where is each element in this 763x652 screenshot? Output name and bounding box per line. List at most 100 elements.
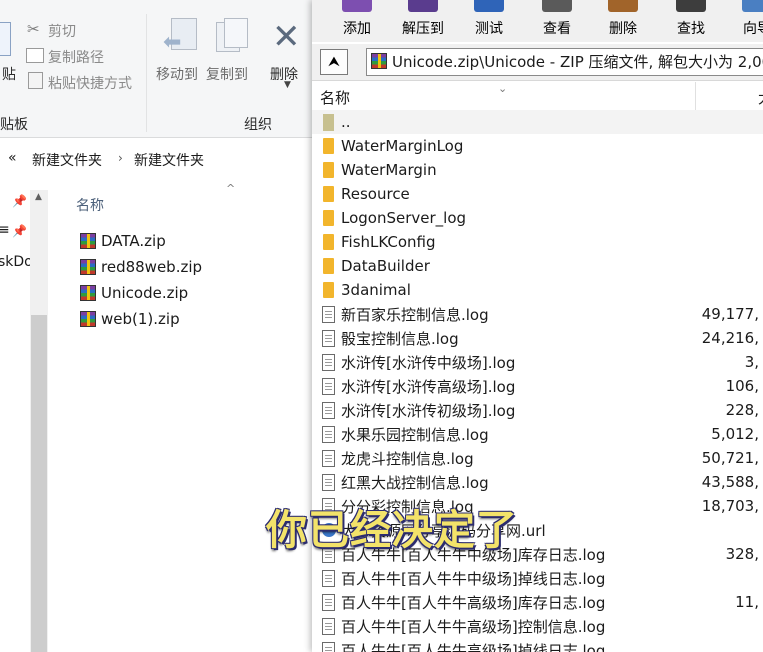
delete-icon: ✕ [272, 17, 301, 57]
delete-archive-button[interactable]: 删除 [598, 0, 648, 42]
document-icon [322, 306, 335, 323]
chevron-down-icon[interactable]: ▼ [284, 80, 291, 90]
archive-path-field[interactable]: Unicode.zip\Unicode - ZIP 压缩文件, 解包大小为 2,… [366, 48, 763, 76]
copy-to-icon [216, 18, 250, 60]
folder-icon [323, 282, 334, 298]
list-item[interactable]: Unicode.zip [80, 280, 202, 306]
view-icon [542, 0, 572, 12]
add-button[interactable]: 添加 [332, 0, 382, 42]
folder-icon [323, 258, 334, 274]
copy-path-button[interactable]: 复制路径 [48, 47, 104, 67]
copy-to-button[interactable]: 复制到 [206, 64, 248, 84]
delete-icon [608, 0, 638, 12]
list-item[interactable]: .. [312, 110, 763, 134]
document-icon [322, 330, 335, 347]
sort-up-icon: ^ [226, 182, 236, 195]
list-item[interactable]: 百人牛牛[百人牛牛中级场]掉线日志.log [312, 566, 763, 590]
extract-to-button[interactable]: 解压到 [394, 0, 452, 42]
file-list-header: 名称 ⌄ 大 [312, 82, 763, 111]
view-button[interactable]: 查看 [532, 0, 582, 42]
item-name: 百人牛牛[百人牛牛高级场]控制信息.log [341, 617, 606, 636]
find-button[interactable]: 查找 [666, 0, 716, 42]
list-item[interactable]: Resource [312, 182, 763, 206]
list-item[interactable]: WaterMarginLog [312, 134, 763, 158]
nav-scrollbar-thumb[interactable] [31, 315, 47, 652]
item-size: 328, [725, 545, 759, 563]
column-header-size-partial[interactable]: 大 [758, 87, 763, 108]
ribbon: 贴 ✂ 剪切 复制路径 粘贴快捷方式 贴板 ⬅ 移动到 复制到 ✕ 删除 ▼ 组… [0, 0, 312, 138]
nav-item-partial[interactable]: skDo [0, 254, 33, 270]
document-icon [322, 570, 335, 587]
list-item[interactable]: 骰宝控制信息.log 24,216, [312, 326, 763, 350]
list-item[interactable]: 水浒传[水浒传高级场].log 106, [312, 374, 763, 398]
extract-icon [408, 0, 438, 12]
document-icon [322, 594, 335, 611]
paste-button-partial[interactable]: 贴 [2, 64, 16, 84]
address-bar[interactable]: « 新建文件夹 › 新建文件夹 [0, 138, 312, 180]
item-name: 水果乐园控制信息.log [341, 425, 489, 444]
paste-shortcut-button[interactable]: 粘贴快捷方式 [48, 73, 132, 93]
item-size: 18,703, [701, 497, 759, 515]
item-size: 11, [735, 593, 759, 611]
list-item[interactable]: FishLKConfig [312, 230, 763, 254]
up-arrow-icon: ⮝ [328, 54, 340, 70]
cut-button[interactable]: 剪切 [48, 21, 76, 41]
test-button[interactable]: 测试 [464, 0, 514, 42]
list-item[interactable]: DataBuilder [312, 254, 763, 278]
breadcrumb-item[interactable]: 新建文件夹 [134, 150, 204, 170]
list-item[interactable]: 水浒传[水浒传中级场].log 3, [312, 350, 763, 374]
list-item[interactable]: DATA.zip [80, 228, 202, 254]
winrar-archive-icon [80, 259, 96, 275]
file-list: DATA.zip red88web.zip Unicode.zip web(1)… [80, 228, 202, 332]
item-size: 228, [725, 401, 759, 419]
winrar-archive-icon [80, 285, 96, 301]
item-name: DataBuilder [341, 257, 430, 275]
item-name: 百人牛牛[百人牛牛高级场]库存日志.log [341, 593, 606, 612]
move-to-button[interactable]: 移动到 [156, 64, 198, 84]
list-item[interactable]: 百人牛牛[百人牛牛高级场]掉线日志.log [312, 638, 763, 652]
nav-item-partial[interactable]: ≡ [0, 222, 10, 238]
group-divider [146, 14, 147, 132]
toolbar: 添加 解压到 测试 查看 删除 查找 向导 [312, 0, 763, 42]
list-item[interactable]: 水果乐园控制信息.log 5,012, [312, 422, 763, 446]
list-item[interactable]: 新百家乐控制信息.log 49,177, [312, 302, 763, 326]
column-header-name[interactable]: 名称 [76, 195, 104, 215]
list-item[interactable]: 百人牛牛[百人牛牛高级场]库存日志.log 11, [312, 590, 763, 614]
list-item[interactable]: 3danimal [312, 278, 763, 302]
item-name: WaterMargin [341, 161, 437, 179]
scroll-up-icon[interactable]: ▲ [35, 192, 42, 202]
item-size: 24,216, [701, 329, 759, 347]
item-name: 百人牛牛[百人牛牛中级场]掉线日志.log [341, 569, 606, 588]
up-one-level-button[interactable]: ⮝ [320, 49, 348, 75]
wizard-button[interactable]: 向导 [732, 0, 763, 42]
list-item[interactable]: 红黑大战控制信息.log 43,588, [312, 470, 763, 494]
list-item[interactable]: WaterMargin [312, 158, 763, 182]
column-divider[interactable] [695, 82, 696, 110]
breadcrumb-overflow[interactable]: « [8, 150, 17, 166]
item-size: 43,588, [701, 473, 759, 491]
folder-icon [323, 234, 334, 250]
item-name: LogonServer_log [341, 209, 467, 227]
test-icon [474, 0, 504, 12]
list-item[interactable]: 龙虎斗控制信息.log 50,721, [312, 446, 763, 470]
document-icon [322, 354, 335, 371]
list-item[interactable]: LogonServer_log [312, 206, 763, 230]
folder-icon [323, 186, 334, 202]
breadcrumb-item[interactable]: 新建文件夹 [32, 150, 102, 170]
list-item[interactable]: 水浒传[水浒传初级场].log 228, [312, 398, 763, 422]
list-item[interactable]: web(1).zip [80, 306, 202, 332]
parent-folder-icon [323, 114, 334, 131]
navigation-pane: ≡ skDo 📌 📌 [0, 182, 33, 652]
pin-icon: 📌 [12, 224, 27, 238]
item-name: 红黑大战控制信息.log [341, 473, 489, 492]
document-icon [322, 474, 335, 491]
list-item[interactable]: red88web.zip [80, 254, 202, 280]
paste-icon [0, 22, 11, 56]
item-name: 新百家乐控制信息.log [341, 305, 489, 324]
clipboard-group-label: 贴板 [0, 117, 28, 133]
add-icon [342, 0, 372, 12]
sort-down-icon: ⌄ [498, 82, 508, 95]
list-item[interactable]: 百人牛牛[百人牛牛高级场]控制信息.log [312, 614, 763, 638]
column-header-name[interactable]: 名称 [320, 87, 350, 108]
item-name: 百人牛牛[百人牛牛高级场]掉线日志.log [341, 641, 606, 652]
